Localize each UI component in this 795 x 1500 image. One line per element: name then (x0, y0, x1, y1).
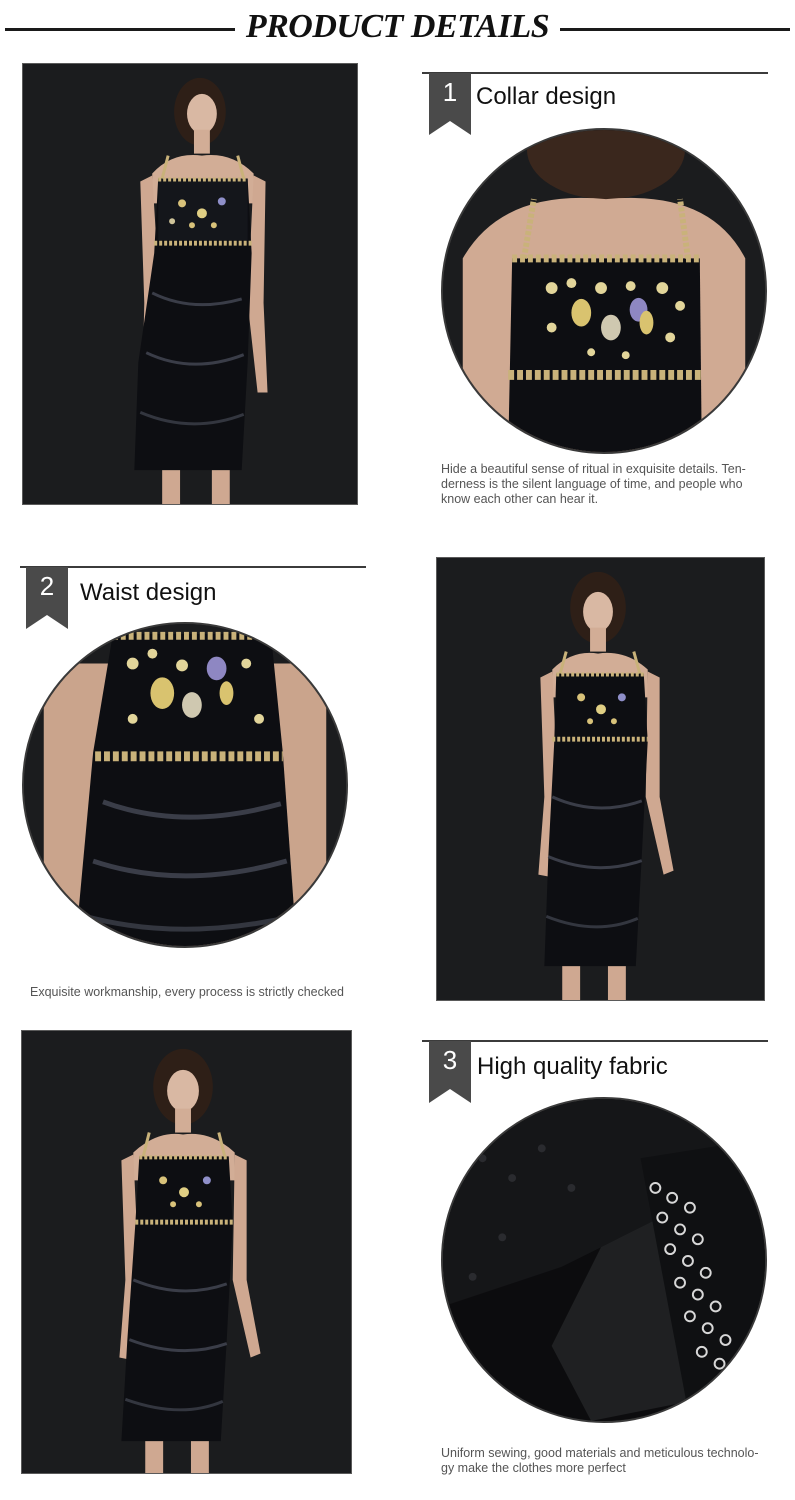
waist-detail-image (22, 622, 348, 948)
section-3-title: High quality fabric (477, 1053, 668, 1080)
section-3-number: 3 (442, 1045, 458, 1075)
section-3-description-line: gy make the clothes more perfect (441, 1461, 626, 1475)
section-3-description-line: Uniform sewing, good materials and metic… (441, 1446, 759, 1460)
section-1-description: Hide a beautiful sense of ritual in exqu… (441, 462, 771, 507)
section-3-description: Uniform sewing, good materials and metic… (441, 1446, 776, 1476)
product-photo-full-2 (436, 557, 765, 1001)
section-2-description: Exquisite workmanship, every process is … (30, 985, 370, 1000)
section-2-rule (20, 566, 366, 568)
section-1-number: 1 (442, 77, 458, 107)
fabric-detail-image (441, 1097, 767, 1423)
section-2-badge: 2 (26, 567, 68, 629)
section-3-rule (422, 1040, 768, 1042)
section-1-description-line: know each other can hear it. (441, 492, 599, 506)
section-1-badge: 1 (429, 73, 471, 135)
section-1-title: Collar design (476, 83, 617, 110)
section-3-badge: 3 (429, 1041, 471, 1103)
section-1-rule (422, 72, 768, 74)
product-photo-full-1 (22, 63, 358, 505)
section-2-description-line: Exquisite workmanship, every process is … (30, 985, 345, 999)
product-photo-full-3 (21, 1030, 352, 1474)
section-2-number: 2 (39, 571, 55, 601)
section-1-description-line: Hide a beautiful sense of ritual in exqu… (441, 462, 746, 476)
section-1-description-line: derness is the silent language of time, … (441, 477, 743, 491)
page-title: PRODUCT DETAILS (245, 8, 550, 45)
collar-detail-image (441, 128, 767, 454)
section-2-title: Waist design (80, 579, 217, 606)
